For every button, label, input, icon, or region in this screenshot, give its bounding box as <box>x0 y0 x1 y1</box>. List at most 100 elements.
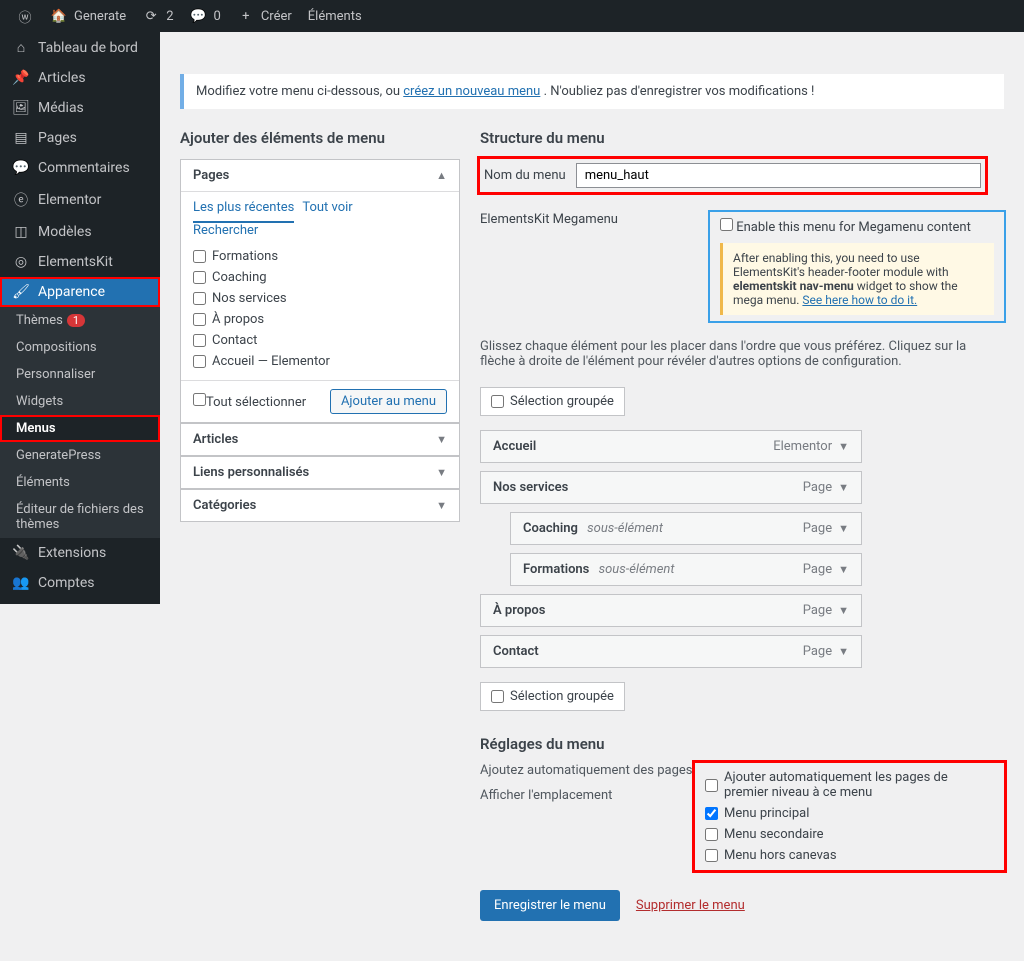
grouped-selection-top[interactable]: Sélection groupée <box>480 387 625 416</box>
location-option[interactable]: Menu principal <box>705 803 994 824</box>
location-label: Menu hors canevas <box>724 848 837 863</box>
sidebar-sub-customize[interactable]: Personnaliser <box>0 361 160 388</box>
chevron-down-icon[interactable]: ▼ <box>838 604 849 617</box>
megamenu-enable-label[interactable]: Enable this menu for Megamenu content <box>720 218 994 235</box>
page-checkbox[interactable] <box>193 292 206 305</box>
site-link[interactable]: 🏠Generate <box>42 9 134 24</box>
page-checkbox[interactable] <box>193 355 206 368</box>
select-all-label[interactable]: Tout sélectionner <box>193 393 306 410</box>
menu-item[interactable]: ContactPage ▼ <box>480 635 862 668</box>
postbox-articles-header[interactable]: Articles ▼ <box>181 424 459 455</box>
menu-name-input[interactable] <box>576 163 981 188</box>
sidebar-label: Articles <box>38 70 86 86</box>
sidebar-item-pages[interactable]: ▤Pages <box>0 123 160 153</box>
create-link[interactable]: +Créer <box>229 9 300 24</box>
wp-logo[interactable]: ⓦ <box>8 7 42 26</box>
location-checkbox[interactable] <box>705 849 718 862</box>
sidebar-sub-compositions[interactable]: Compositions <box>0 334 160 361</box>
grouped-selection-bottom[interactable]: Sélection groupée <box>480 682 625 711</box>
sidebar-item-media[interactable]: 🖼Médias <box>0 93 160 123</box>
sidebar-sub-themes[interactable]: Thèmes1 <box>0 307 160 334</box>
sidebar-sub-elements[interactable]: Éléments <box>0 469 160 496</box>
updates-count: 2 <box>166 9 173 24</box>
settings-title: Réglages du menu <box>480 735 1004 753</box>
tab-all[interactable]: Tout voir <box>302 200 352 223</box>
pages-tabs: Les plus récentes Tout voir <box>181 192 459 223</box>
menu-item-title: Coaching <box>523 521 578 536</box>
page-checkbox-item[interactable]: À propos <box>193 309 447 330</box>
page-checkbox-item[interactable]: Formations <box>193 246 447 267</box>
menu-item[interactable]: Formations sous-élémentPage ▼ <box>510 553 862 586</box>
auto-add-option[interactable]: Ajouter automatiquement les pages de pre… <box>705 767 994 803</box>
add-to-menu-button[interactable]: Ajouter au menu <box>330 389 447 414</box>
sidebar-item-tools[interactable]: 🔧Outils <box>0 598 160 604</box>
grouped-checkbox[interactable] <box>491 690 504 703</box>
menu-name-label: Nom du menu <box>484 168 566 183</box>
menu-settings-box: Ajouter automatiquement les pages de pre… <box>695 763 1004 870</box>
sidebar-sub-appearance: Thèmes1 Compositions Personnaliser Widge… <box>0 307 160 538</box>
grouped-checkbox[interactable] <box>491 395 504 408</box>
page-checkbox[interactable] <box>193 313 206 326</box>
chevron-down-icon[interactable]: ▼ <box>838 563 849 576</box>
location-checkbox[interactable] <box>705 828 718 841</box>
auto-add-checkbox[interactable] <box>705 779 718 792</box>
notice-link-create-menu[interactable]: créez un nouveau menu <box>403 84 540 99</box>
chevron-down-icon[interactable]: ▼ <box>838 522 849 535</box>
tab-search[interactable]: Rechercher <box>193 223 258 238</box>
chevron-down-icon[interactable]: ▼ <box>838 440 849 453</box>
sidebar-item-elementskit[interactable]: ◎ElementsKit <box>0 247 160 277</box>
updates-link[interactable]: ⟳2 <box>134 9 181 24</box>
sidebar-item-dashboard[interactable]: ⌂Tableau de bord <box>0 32 160 63</box>
comments-link[interactable]: 💬0 <box>182 9 229 24</box>
menu-item[interactable]: Coaching sous-élémentPage ▼ <box>510 512 862 545</box>
page-checkbox-item[interactable]: Nos services <box>193 288 447 309</box>
postbox-custom-links-header[interactable]: Liens personnalisés ▼ <box>181 457 459 488</box>
tab-recent[interactable]: Les plus récentes <box>193 200 294 223</box>
menu-item[interactable]: À proposPage ▼ <box>480 594 862 627</box>
elements-link[interactable]: Éléments <box>300 9 370 24</box>
sidebar-sub-menus[interactable]: Menus <box>0 415 160 442</box>
sidebar-label: Tableau de bord <box>38 40 138 56</box>
grouped-label: Sélection groupée <box>510 394 614 409</box>
sidebar-item-appearance[interactable]: 🖌Apparence <box>0 277 160 307</box>
save-menu-button[interactable]: Enregistrer le menu <box>480 890 620 921</box>
location-checkbox[interactable] <box>705 807 718 820</box>
page-checkbox[interactable] <box>193 334 206 347</box>
sidebar-sub-generatepress[interactable]: GeneratePress <box>0 442 160 469</box>
megamenu-row: ElementsKit Megamenu Enable this menu fo… <box>480 212 1004 321</box>
page-checkbox-item[interactable]: Contact <box>193 330 447 351</box>
media-icon: 🖼 <box>12 100 30 116</box>
postbox-pages-header[interactable]: Pages ▲ <box>181 160 459 192</box>
menu-item[interactable]: AccueilElementor ▼ <box>480 430 862 463</box>
page-label: À propos <box>212 312 264 327</box>
page-checkbox-item[interactable]: Accueil — Elementor <box>193 351 447 372</box>
sidebar-item-extensions[interactable]: 🔌Extensions <box>0 538 160 568</box>
megamenu-enable-checkbox[interactable] <box>720 218 733 231</box>
add-items-title: Ajouter des éléments de menu <box>180 129 460 147</box>
menu-item[interactable]: Nos servicesPage ▼ <box>480 471 862 504</box>
sidebar-item-elementor[interactable]: ⓔElementor <box>0 183 160 217</box>
hint-bold: elementskit nav-menu <box>733 279 854 293</box>
page-checkbox[interactable] <box>193 250 206 263</box>
sidebar-item-posts[interactable]: 📌Articles <box>0 63 160 93</box>
sidebar-sub-widgets[interactable]: Widgets <box>0 388 160 415</box>
sidebar-sub-theme-editor[interactable]: Éditeur de fichiers des thèmes <box>0 496 160 538</box>
sidebar-label: Elementor <box>38 192 101 208</box>
delete-menu-link[interactable]: Supprimer le menu <box>636 898 745 913</box>
location-option[interactable]: Menu hors canevas <box>705 845 994 866</box>
page-checkbox[interactable] <box>193 271 206 284</box>
location-option[interactable]: Menu secondaire <box>705 824 994 845</box>
chevron-down-icon[interactable]: ▼ <box>838 481 849 494</box>
comments-count: 0 <box>214 9 221 24</box>
megamenu-hint: After enabling this, you need to use Ele… <box>720 243 994 315</box>
select-all-checkbox[interactable] <box>193 393 206 406</box>
sidebar-item-comments[interactable]: 💬Commentaires <box>0 153 160 183</box>
auto-add-text: Ajouter automatiquement les pages de pre… <box>724 770 994 800</box>
chevron-down-icon[interactable]: ▼ <box>838 645 849 658</box>
megamenu-enable-text: Enable this menu for Megamenu content <box>736 220 971 235</box>
page-checkbox-item[interactable]: Coaching <box>193 267 447 288</box>
sidebar-item-models[interactable]: ◫Modèles <box>0 217 160 247</box>
sidebar-item-accounts[interactable]: 👥Comptes <box>0 568 160 598</box>
hint-link[interactable]: See here how to do it. <box>802 293 917 307</box>
postbox-categories-header[interactable]: Catégories ▼ <box>181 490 459 521</box>
